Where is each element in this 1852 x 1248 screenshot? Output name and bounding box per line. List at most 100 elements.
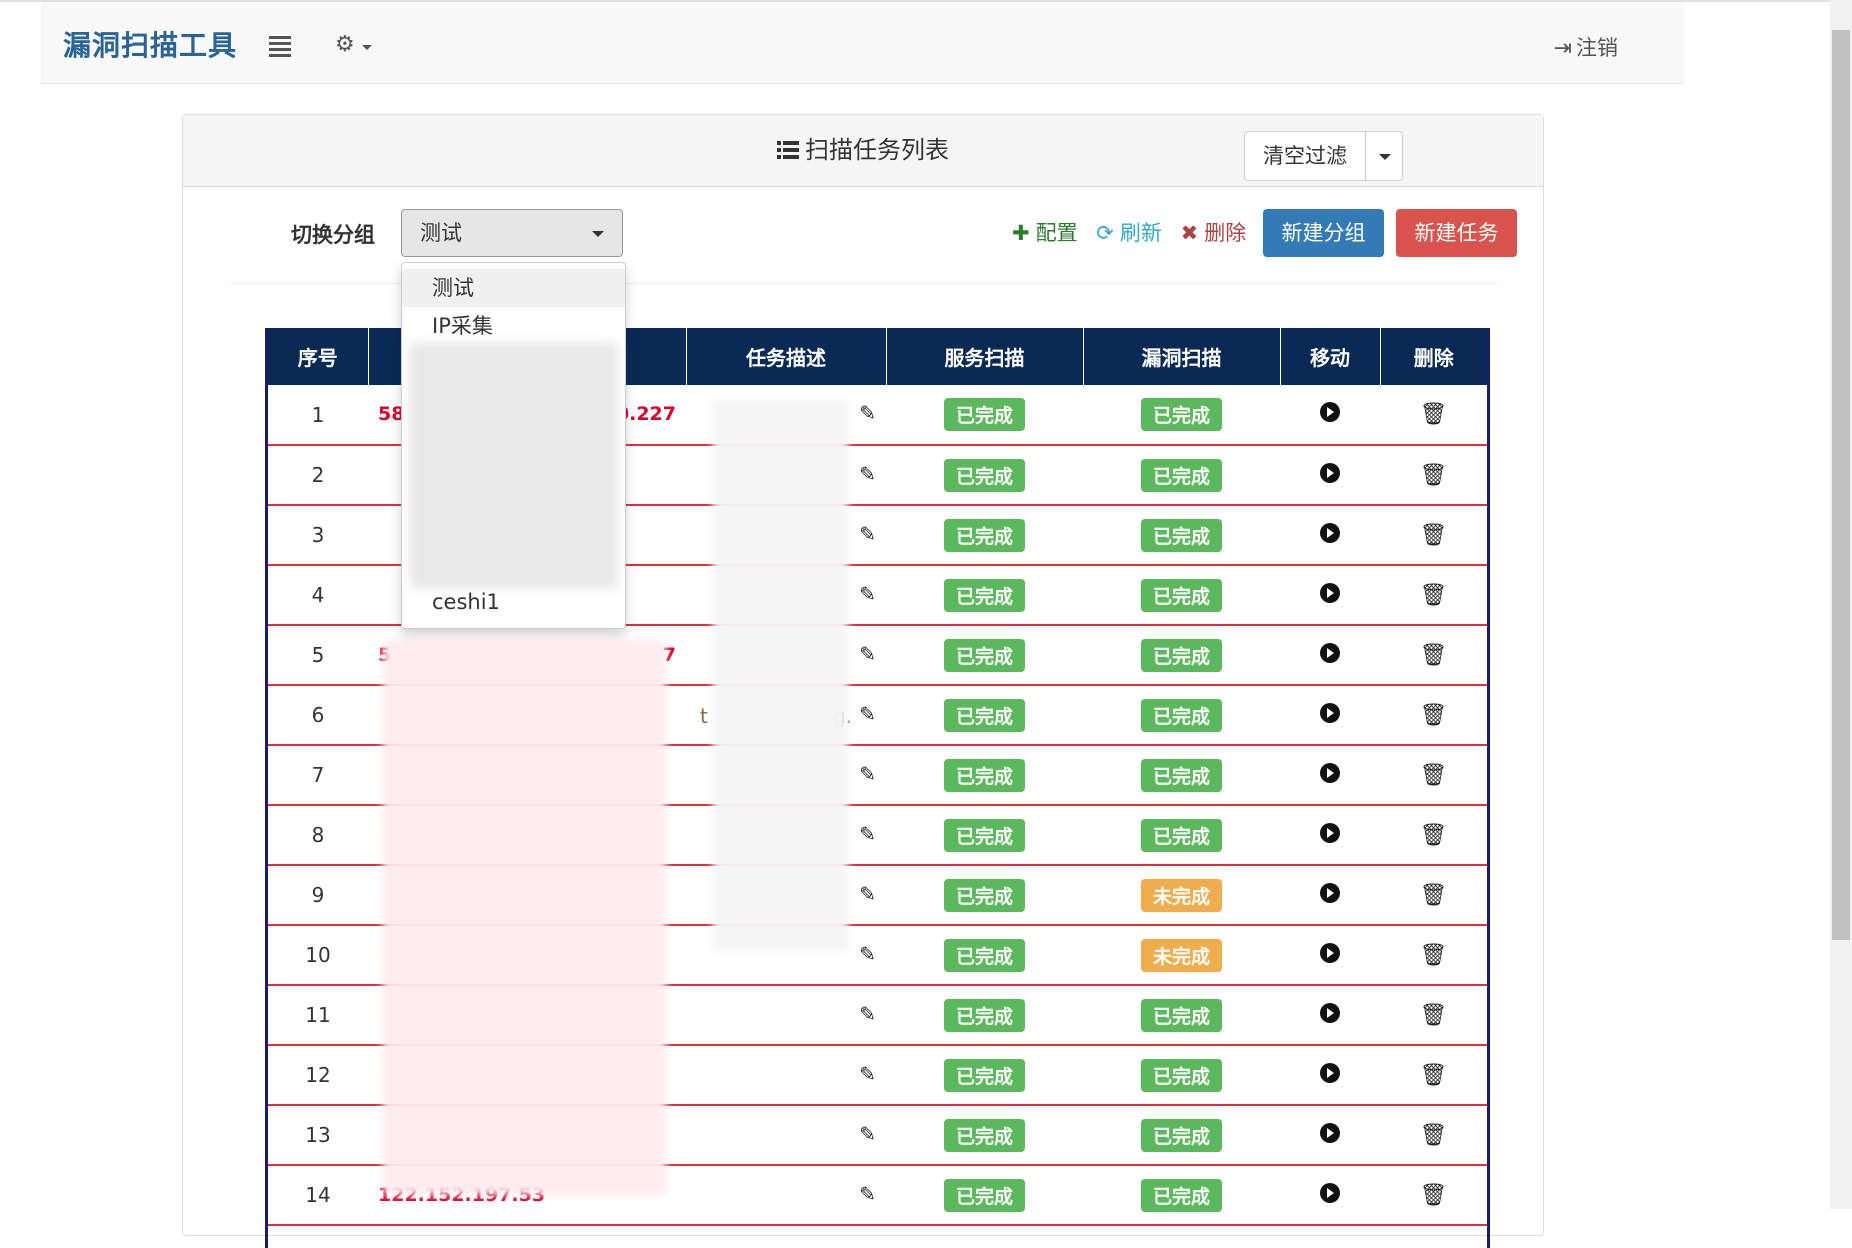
pencil-icon[interactable]: ✎ [859,702,876,726]
trash-icon[interactable]: 🗑 [1420,583,1448,608]
arrow-circle-right-icon[interactable] [1320,1002,1340,1023]
redacted-options-overlay [410,343,618,588]
row-service-scan: 已完成 [886,985,1083,1045]
trash-icon[interactable]: 🗑 [1420,463,1448,488]
arrow-circle-right-icon[interactable] [1320,702,1340,723]
row-index: 7 [311,763,325,787]
group-dropdown-menu: 测试 IP采集 ceshi1 [401,262,626,629]
trash-icon[interactable]: 🗑 [1420,763,1448,788]
row-service-scan: 已完成 [886,925,1083,985]
new-task-button[interactable]: 新建任务 [1396,209,1517,257]
status-badge: 已完成 [1140,998,1222,1032]
row-service-scan: 已完成 [886,1165,1083,1225]
pencil-icon[interactable]: ✎ [859,1062,876,1086]
row-service-scan: 已完成 [886,445,1083,505]
arrow-circle-right-icon[interactable] [1320,942,1340,963]
row-delete: 🗑 [1380,685,1487,745]
pencil-icon[interactable]: ✎ [859,1182,876,1206]
row-delete: 🗑 [1380,565,1487,625]
status-badge: 已完成 [943,998,1025,1032]
refresh-label: 刷新 [1119,221,1162,245]
arrow-circle-right-icon[interactable] [1320,1122,1340,1143]
trash-icon[interactable]: 🗑 [1420,523,1448,548]
pencil-icon[interactable]: ✎ [859,942,876,966]
settings-dropdown-button[interactable]: ⚙ [335,32,375,58]
arrow-circle-right-icon[interactable] [1320,1062,1340,1083]
trash-icon[interactable]: 🗑 [1420,883,1448,908]
group-option[interactable]: IP采集 [402,307,625,345]
clear-filter-dropdown-toggle[interactable] [1366,131,1403,181]
arrow-circle-right-icon[interactable] [1320,642,1340,663]
trash-icon[interactable]: 🗑 [1420,703,1448,728]
pencil-icon[interactable]: ✎ [859,1002,876,1026]
row-service-scan: 已完成 [886,505,1083,565]
logout-link[interactable]: ⇥ 注销 [1554,32,1618,62]
row-delete: 🗑 [1380,805,1487,865]
row-vuln-scan: 已完成 [1083,1045,1280,1105]
row-delete: 🗑 [1380,865,1487,925]
arrow-circle-right-icon[interactable] [1320,1182,1340,1203]
pencil-icon[interactable]: ✎ [859,1122,876,1146]
row-vuln-scan: 已完成 [1083,1165,1280,1225]
status-badge: 已完成 [943,938,1025,972]
new-group-button[interactable]: 新建分组 [1263,209,1384,257]
group-option[interactable]: 测试 [402,269,625,307]
pencil-icon[interactable]: ✎ [859,401,876,425]
app-brand[interactable]: 漏洞扫描工具 [63,24,237,64]
col-header-move: 移动 [1280,328,1381,385]
clear-filter-button[interactable]: 清空过滤 [1244,131,1366,181]
trash-icon[interactable]: 🗑 [1420,1123,1448,1148]
row-delete: 🗑 [1380,1105,1487,1165]
logout-label: 注销 [1576,36,1618,60]
menu-toggle-icon[interactable] [269,36,291,57]
row-delete: 🗑 [1380,925,1487,985]
arrow-circle-right-icon[interactable] [1320,402,1340,422]
pencil-icon[interactable]: ✎ [859,522,876,546]
col-header-delete: 删除 [1413,346,1454,370]
delete-group-link[interactable]: ✖ 删除 [1181,221,1253,245]
row-vuln-scan: 已完成 [1083,385,1280,445]
group-select[interactable]: 测试 [401,209,623,257]
row-desc: ✎ [686,1165,886,1225]
arrow-circle-right-icon[interactable] [1320,822,1340,843]
scrollbar-thumb[interactable] [1832,30,1850,940]
trash-icon[interactable]: 🗑 [1420,1063,1448,1088]
trash-icon[interactable]: 🗑 [1420,823,1448,848]
pencil-icon[interactable]: ✎ [859,642,876,666]
row-desc: ✎ [686,1105,886,1165]
arrow-circle-right-icon[interactable] [1320,522,1340,543]
status-badge: 已完成 [943,1118,1025,1152]
close-icon: ✖ [1180,221,1199,245]
trash-icon[interactable]: 🗑 [1420,1183,1448,1208]
trash-icon[interactable]: 🗑 [1420,402,1448,427]
arrow-circle-right-icon[interactable] [1320,882,1340,903]
trash-icon[interactable]: 🗑 [1420,643,1448,668]
status-badge: 已完成 [943,758,1025,792]
trash-icon[interactable]: 🗑 [1420,1003,1448,1028]
refresh-icon: ⟳ [1096,221,1114,245]
pencil-icon[interactable]: ✎ [859,822,876,846]
arrow-circle-right-icon[interactable] [1320,582,1340,603]
status-badge: 已完成 [1140,578,1222,612]
page-scrollbar[interactable] [1830,0,1852,1209]
status-badge: 已完成 [943,878,1025,912]
pencil-icon[interactable]: ✎ [859,762,876,786]
row-index: 3 [311,523,325,547]
row-service-scan: 已完成 [886,685,1083,745]
status-badge: 已完成 [943,398,1025,431]
row-delete: 🗑 [1380,505,1487,565]
arrow-circle-right-icon[interactable] [1320,762,1340,783]
arrow-circle-right-icon[interactable] [1320,462,1340,483]
group-select-value: 测试 [420,221,462,245]
pencil-icon[interactable]: ✎ [859,882,876,906]
col-header-desc: 任务描述 [686,328,887,385]
pencil-icon[interactable]: ✎ [859,582,876,606]
pencil-icon[interactable]: ✎ [859,462,876,486]
group-option[interactable]: ceshi1 [402,583,625,621]
config-link[interactable]: ✚ 配置 [1012,221,1084,245]
trash-icon[interactable]: 🗑 [1420,943,1448,968]
clear-filter-group: 清空过滤 [1244,131,1403,181]
row-index: 4 [311,583,325,607]
refresh-link[interactable]: ⟳ 刷新 [1096,221,1168,245]
row-service-scan: 已完成 [886,1045,1083,1105]
